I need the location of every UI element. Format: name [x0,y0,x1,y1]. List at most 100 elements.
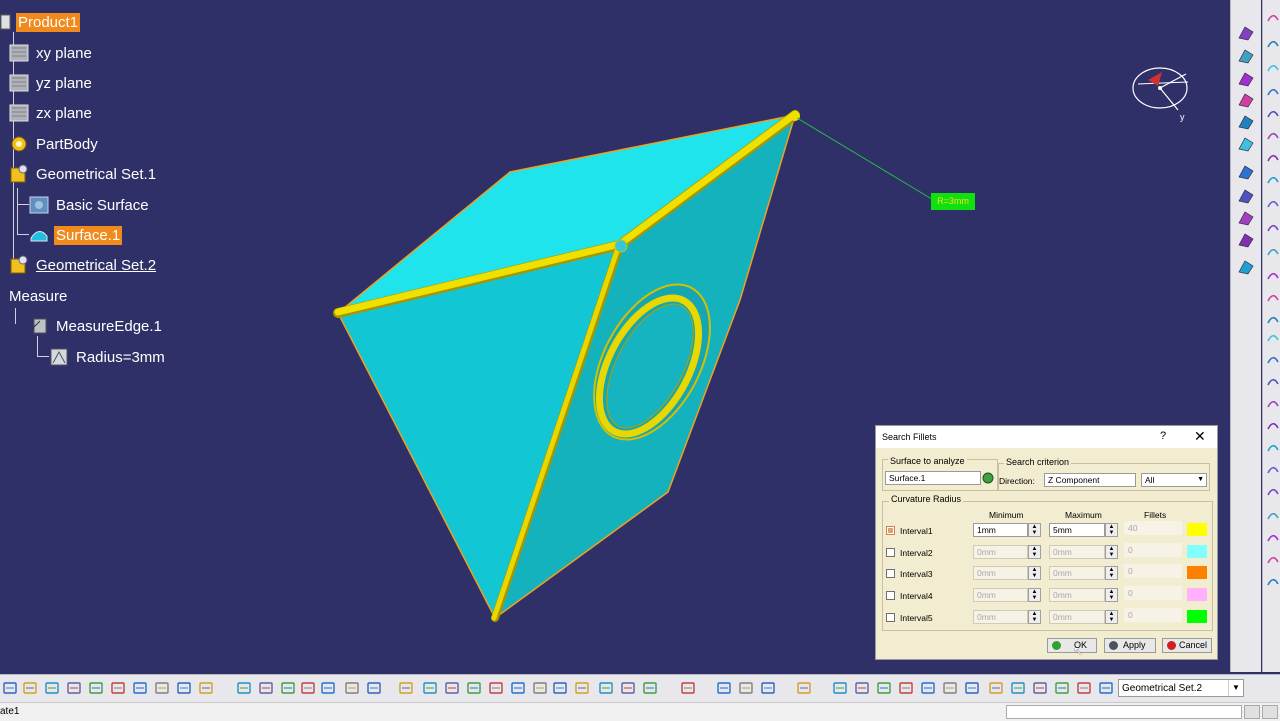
toolbar-tool-icon[interactable] [422,680,438,696]
toolbar-tool-icon[interactable] [1098,680,1114,696]
toolbar-tool-icon[interactable] [1237,163,1255,181]
toolbar-tool-icon[interactable] [1266,84,1280,98]
toolbar-tool-icon[interactable] [176,680,192,696]
cancel-button[interactable]: Cancel [1162,638,1212,653]
toolbar-tool-icon[interactable] [854,680,870,696]
toolbar-tool-icon[interactable] [1266,440,1280,454]
interval-max-spinner[interactable]: ▲ ▼ [1105,566,1118,581]
toolbar-tool-icon[interactable] [1266,508,1280,522]
toolbar-tool-icon[interactable] [1237,187,1255,205]
tree-item-geoset2[interactable]: Geometrical Set.2 [8,253,158,277]
tree-item-geoset1[interactable]: Geometrical Set.1 [8,162,158,186]
toolbar-tool-icon[interactable] [1237,209,1255,227]
command-input-button-2[interactable] [1262,705,1278,719]
filter-select[interactable]: All ▼ [1141,473,1207,487]
toolbar-tool-icon[interactable] [1237,47,1255,65]
interval-color-swatch[interactable] [1187,566,1207,580]
toolbar-tool-icon[interactable] [1266,290,1280,304]
interval-checkbox[interactable] [886,591,895,601]
toolbar-tool-icon[interactable] [1266,312,1280,326]
interval-min-field[interactable]: 0mm [973,544,1028,559]
interval-min-field[interactable]: 0mm [973,588,1028,603]
toolbar-tool-icon[interactable] [88,680,104,696]
tree-item-surface1[interactable]: Surface.1 [28,223,123,247]
toolbar-tool-icon[interactable] [1237,91,1255,109]
radius-label[interactable]: R=3mm [931,193,975,210]
interval-max-spinner[interactable]: ▲ ▼ [1105,523,1118,537]
toolbar-tool-icon[interactable] [1266,268,1280,282]
toolbar-tool-icon[interactable] [642,680,658,696]
toolbar-tool-icon[interactable] [796,680,812,696]
toolbar-tool-icon[interactable] [132,680,148,696]
interval-max-field[interactable]: 0mm [1049,544,1105,559]
toolbar-tool-icon[interactable] [598,680,614,696]
interval-min-spinner[interactable]: ▲ ▼ [1028,523,1041,537]
toolbar-tool-icon[interactable] [1076,680,1092,696]
toolbar-tool-icon[interactable] [1266,462,1280,476]
interval-max-spinner[interactable]: ▲ ▼ [1105,588,1118,603]
toolbar-tool-icon[interactable] [1266,352,1280,366]
toolbar-tool-icon[interactable] [1054,680,1070,696]
toolbar-tool-icon[interactable] [2,680,18,696]
toolbar-tool-icon[interactable] [1237,70,1255,88]
toolbar-tool-icon[interactable] [236,680,252,696]
ok-button[interactable]: OK [1047,638,1097,653]
toolbar-tool-icon[interactable] [1237,24,1255,42]
toolbar-tool-icon[interactable] [1266,374,1280,388]
toolbar-tool-icon[interactable] [66,680,82,696]
surface-field[interactable]: Surface.1 [885,471,981,485]
tree-root-product[interactable]: Product1 [0,10,81,34]
interval-max-field[interactable]: 0mm [1049,609,1105,624]
toolbar-tool-icon[interactable] [1237,135,1255,153]
interval-min-field[interactable]: 0mm [973,609,1028,624]
tree-item-measure[interactable]: Measure [7,284,69,308]
toolbar-tool-icon[interactable] [366,680,382,696]
toolbar-tool-icon[interactable] [154,680,170,696]
toolbar-tool-icon[interactable] [552,680,568,696]
interval-min-field[interactable]: 0mm [973,566,1028,581]
toolbar-tool-icon[interactable] [832,680,848,696]
toolbar-tool-icon[interactable] [258,680,274,696]
close-button[interactable]: ✕ [1194,428,1206,445]
toolbar-tool-icon[interactable] [344,680,360,696]
interval-max-spinner[interactable]: ▲ ▼ [1105,544,1118,559]
command-input-button[interactable] [1244,705,1260,719]
toolbar-tool-icon[interactable] [1266,106,1280,120]
tree-item-zx-plane[interactable]: zx plane [8,101,94,125]
interval-min-spinner[interactable]: ▲ ▼ [1028,544,1041,559]
interval-max-field[interactable]: 5mm [1049,523,1105,537]
toolbar-tool-icon[interactable] [532,680,548,696]
toolbar-tool-icon[interactable] [942,680,958,696]
toolbar-tool-icon[interactable] [300,680,316,696]
toolbar-tool-icon[interactable] [22,680,38,696]
toolbar-tool-icon[interactable] [1266,60,1280,74]
toolbar-tool-icon[interactable] [1266,36,1280,50]
toolbar-tool-icon[interactable] [510,680,526,696]
pick-icon[interactable] [982,471,994,485]
tree-item-basic-surface[interactable]: Basic Surface [28,193,151,217]
toolbar-tool-icon[interactable] [1266,244,1280,258]
interval-color-swatch[interactable] [1187,544,1207,558]
toolbar-tool-icon[interactable] [1266,196,1280,210]
interval-checkbox[interactable] [886,526,895,535]
toolbar-tool-icon[interactable] [280,680,296,696]
interval-max-field[interactable]: 0mm [1049,566,1105,581]
direction-field[interactable]: Z Component [1044,473,1136,487]
tree-item-xy-plane[interactable]: xy plane [8,41,94,65]
interval-max-spinner[interactable]: ▲ ▼ [1105,609,1118,624]
3d-viewport[interactable]: R=3mm y Product1 xy plane yz plane zx pl… [0,0,1230,672]
interval-checkbox[interactable] [886,569,895,579]
interval-max-field[interactable]: 0mm [1049,588,1105,603]
toolbar-tool-icon[interactable] [1266,220,1280,234]
toolbar-tool-icon[interactable] [1266,574,1280,588]
toolbar-tool-icon[interactable] [1032,680,1048,696]
interval-min-field[interactable]: 1mm [973,523,1028,537]
toolbar-tool-icon[interactable] [466,680,482,696]
toolbar-tool-icon[interactable] [320,680,336,696]
toolbar-tool-icon[interactable] [1266,418,1280,432]
tree-item-measure-edge[interactable]: MeasureEdge.1 [28,314,164,338]
interval-min-spinner[interactable]: ▲ ▼ [1028,566,1041,581]
toolbar-tool-icon[interactable] [1266,484,1280,498]
toolbar-tool-icon[interactable] [898,680,914,696]
interval-min-spinner[interactable]: ▲ ▼ [1028,588,1041,603]
